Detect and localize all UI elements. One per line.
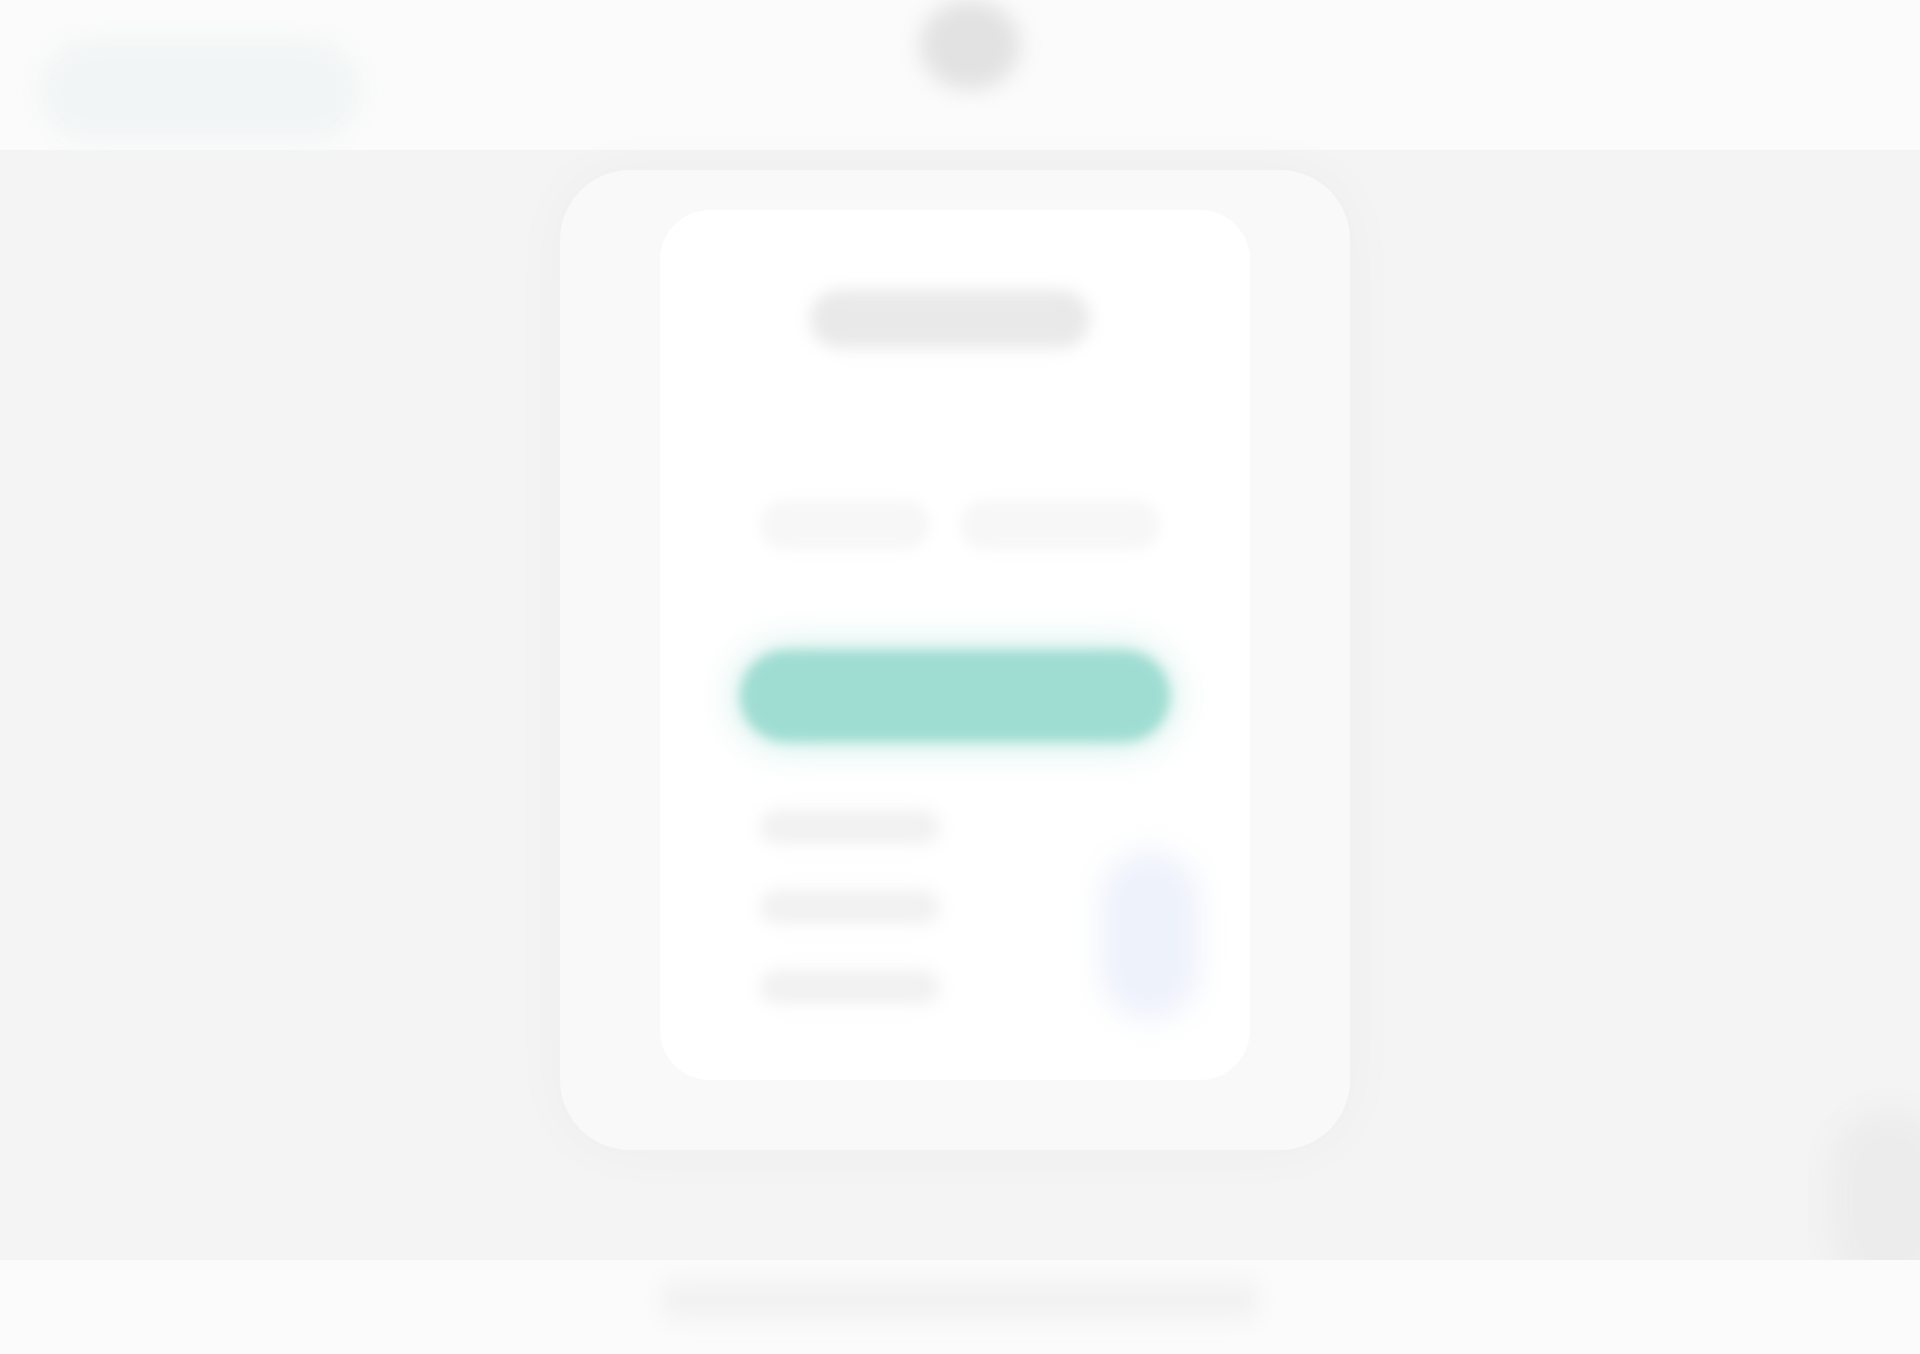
primary-action-button[interactable]	[740, 650, 1170, 742]
info-line	[760, 970, 940, 1004]
info-line	[760, 890, 940, 924]
input-field-2[interactable]	[960, 500, 1160, 550]
card-content	[660, 210, 1250, 1080]
user-avatar-icon[interactable]	[920, 0, 1020, 90]
footer	[0, 1260, 1920, 1354]
brand-logo[interactable]	[40, 40, 360, 140]
footer-text	[660, 1280, 1260, 1320]
input-field-1[interactable]	[760, 500, 930, 550]
top-bar	[0, 0, 1920, 150]
info-line	[760, 810, 940, 844]
main-card	[560, 170, 1350, 1150]
info-list	[760, 810, 940, 1050]
badge-icon[interactable]	[1100, 850, 1200, 1020]
card-title	[810, 290, 1090, 348]
